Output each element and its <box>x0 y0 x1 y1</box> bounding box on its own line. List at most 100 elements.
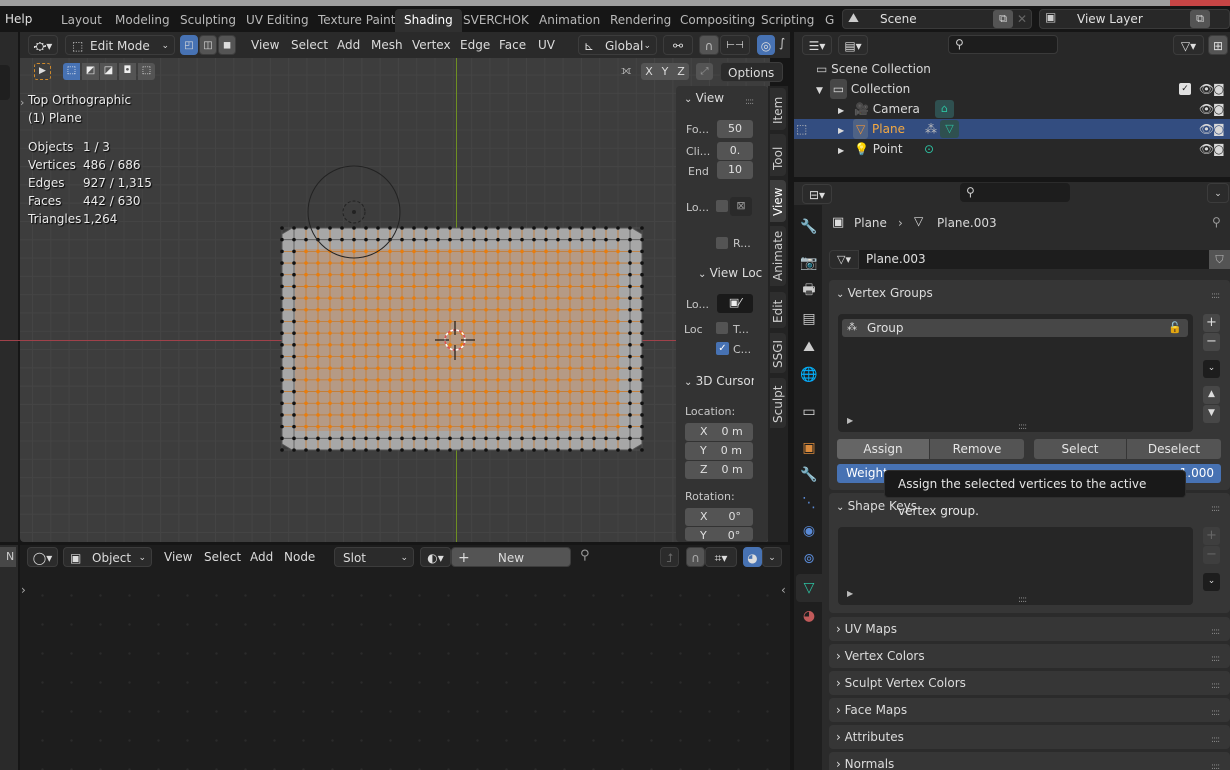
tab-texture-paint[interactable]: Texture Paint <box>309 9 404 32</box>
snap-toggle[interactable]: ∩ <box>699 35 719 55</box>
object-tab-icon[interactable]: ▣ <box>798 437 820 459</box>
expand-right-icon[interactable]: ▶ <box>838 106 844 115</box>
uv-maps-header[interactable]: › UV Maps <box>836 622 897 636</box>
tab-compositing[interactable]: Compositing <box>671 9 764 32</box>
tab-modeling[interactable]: Modeling <box>106 9 179 32</box>
normals-header[interactable]: › Normals <box>836 757 894 770</box>
mirror-z-button[interactable]: Z <box>673 63 689 80</box>
eye-icon[interactable]: 👁 <box>1199 79 1214 99</box>
transform-orientation-dropdown[interactable]: ⊾ Global ⌄ <box>578 35 657 55</box>
list-resize-handle[interactable]: :::: <box>1018 595 1027 605</box>
editor-type-button[interactable]: ⛮▾ <box>28 35 58 55</box>
lock-icon[interactable]: 🔓 <box>1168 319 1182 337</box>
material-tab-icon[interactable]: ◕ <box>798 605 820 627</box>
exclude-checkbox[interactable]: ✓ <box>1179 83 1191 95</box>
view-panel-header[interactable]: ⌄ View <box>684 91 724 105</box>
node-snap-toggle[interactable]: ∩ <box>686 547 705 567</box>
tab-rendering[interactable]: Rendering <box>601 9 680 32</box>
select-mode-extend-button[interactable]: ◩ <box>82 63 99 80</box>
render-region-checkbox[interactable] <box>716 237 728 249</box>
add-shape-key-button[interactable]: + <box>1203 527 1220 545</box>
node-menu-node[interactable]: Node <box>284 546 315 568</box>
cursor-location-x[interactable]: X 0 m <box>685 423 753 441</box>
clip-end-field[interactable]: 10 <box>717 161 753 179</box>
expand-right-icon[interactable]: ▶ <box>838 126 844 135</box>
camera-render-icon[interactable]: ◙ <box>1213 119 1225 139</box>
new-collection-button[interactable]: ⊞ <box>1208 35 1228 55</box>
list-resize-handle[interactable]: :::: <box>1018 422 1027 432</box>
node-menu-select[interactable]: Select <box>204 546 241 568</box>
output-tab-icon[interactable]: 🖶 <box>798 280 820 302</box>
menu-face[interactable]: Face <box>499 34 526 56</box>
menu-help[interactable]: Help <box>5 6 32 32</box>
outliner-collection[interactable]: ▼ ▭ Collection ✓ 👁 ◙ <box>794 79 1230 99</box>
snap-target-button[interactable]: ⊢⊣ <box>720 35 750 55</box>
move-down-button[interactable]: ▼ <box>1203 405 1220 423</box>
clip-start-field[interactable]: 0. <box>717 142 753 160</box>
vertex-select-button[interactable]: ◰ <box>180 35 198 55</box>
node-sidebar-expand-icon[interactable]: ‹ <box>781 583 786 597</box>
node-menu-add[interactable]: Add <box>250 546 273 568</box>
shader-node-editor[interactable] <box>20 545 790 770</box>
tool-tab-icon[interactable]: 🔧 <box>798 216 820 238</box>
proportional-edit-toggle[interactable]: ◎ <box>757 35 775 55</box>
lock-camera-checkbox-checked[interactable]: ✓ <box>716 342 729 355</box>
options-dropdown[interactable]: Options ⌄ <box>720 62 783 100</box>
outliner-search-input[interactable]: ⚲ <box>948 35 1058 54</box>
move-up-button[interactable]: ▲ <box>1203 386 1220 404</box>
list-filter-expand-icon[interactable]: ▶ <box>847 416 853 425</box>
mesh-data-icon[interactable]: ▽ <box>940 120 959 138</box>
menu-uv[interactable]: UV <box>538 34 555 56</box>
toolbar-expand-icon[interactable]: › <box>20 96 24 109</box>
menu-edge[interactable]: Edge <box>460 34 490 56</box>
scene-name[interactable]: Scene <box>880 9 917 29</box>
cursor-rotation-y[interactable]: Y 0° <box>685 527 753 541</box>
new-material-button[interactable]: + New <box>451 547 571 567</box>
camera-data-icon[interactable]: ⌂ <box>935 100 954 118</box>
camera-render-icon[interactable]: ◙ <box>1213 139 1225 159</box>
sidebar-tab-ssgi[interactable]: SSGI <box>770 333 786 373</box>
camera-render-icon[interactable]: ◙ <box>1213 99 1225 119</box>
sidebar-tab-tool[interactable]: Tool <box>770 134 786 176</box>
node-menu-view[interactable]: View <box>164 546 192 568</box>
properties-editor-type-button[interactable]: ⊟▾ <box>802 184 832 204</box>
select-button[interactable]: Select <box>1034 439 1126 459</box>
menu-vertex[interactable]: Vertex <box>412 34 451 56</box>
tab-g[interactable]: G <box>816 9 843 32</box>
particles-tab-icon[interactable]: ⋱ <box>798 492 820 514</box>
delete-scene-icon[interactable]: ✕ <box>1017 10 1027 28</box>
eye-icon[interactable]: 👁 <box>1199 119 1214 139</box>
pivot-point-button[interactable]: ⚯ <box>663 35 693 55</box>
overlay-options-dropdown[interactable]: ⌄ <box>762 547 782 567</box>
sidebar-tab-view[interactable]: View <box>770 180 786 222</box>
pin-icon[interactable]: ⚲ <box>580 548 590 563</box>
left-area-button[interactable] <box>0 65 10 100</box>
menu-mesh[interactable]: Mesh <box>371 34 403 56</box>
render-tab-icon[interactable]: 📷 <box>798 252 820 274</box>
new-view-layer-button[interactable]: ⧉ <box>1190 10 1210 28</box>
display-mode-button[interactable]: ▤▾ <box>838 35 868 55</box>
outliner-item-plane[interactable]: ⬚ ▶ ▽ Plane ⁂ ▽ 👁 ◙ <box>794 119 1230 139</box>
focal-length-field[interactable]: 50 <box>717 120 753 138</box>
assign-button[interactable]: Assign <box>837 439 929 459</box>
edit-mode-icon[interactable]: ⬚ <box>796 119 807 139</box>
drag-handle-icon[interactable]: :::: <box>1211 291 1220 301</box>
tab-scripting[interactable]: Scripting <box>752 9 823 32</box>
select-mode-new-button[interactable]: ⬚ <box>63 63 80 80</box>
filter-button[interactable]: ▽▾ <box>1173 35 1204 55</box>
eye-icon[interactable]: 👁 <box>1199 139 1214 159</box>
add-vertex-group-button[interactable]: + <box>1203 314 1220 332</box>
menu-add[interactable]: Add <box>337 34 360 56</box>
drag-handle-icon[interactable]: :::: <box>1211 762 1220 770</box>
topology-mirror-button[interactable]: ⤢ <box>696 63 713 80</box>
edge-select-button[interactable]: ◫ <box>199 35 217 55</box>
menu-view[interactable]: View <box>251 34 279 56</box>
drag-handle-icon[interactable]: :::: <box>745 93 754 107</box>
select-tool-icon[interactable]: ▶ <box>34 63 51 80</box>
physics-tab-icon[interactable]: ◉ <box>798 520 820 542</box>
drag-handle-icon[interactable]: :::: <box>1211 708 1220 718</box>
cursor-rotation-x[interactable]: X 0° <box>685 508 753 526</box>
material-browse-button[interactable]: ◐▾ <box>420 547 451 567</box>
shape-key-specials-button[interactable]: ⌄ <box>1203 573 1220 591</box>
lock-camera-checkbox[interactable] <box>716 200 728 212</box>
